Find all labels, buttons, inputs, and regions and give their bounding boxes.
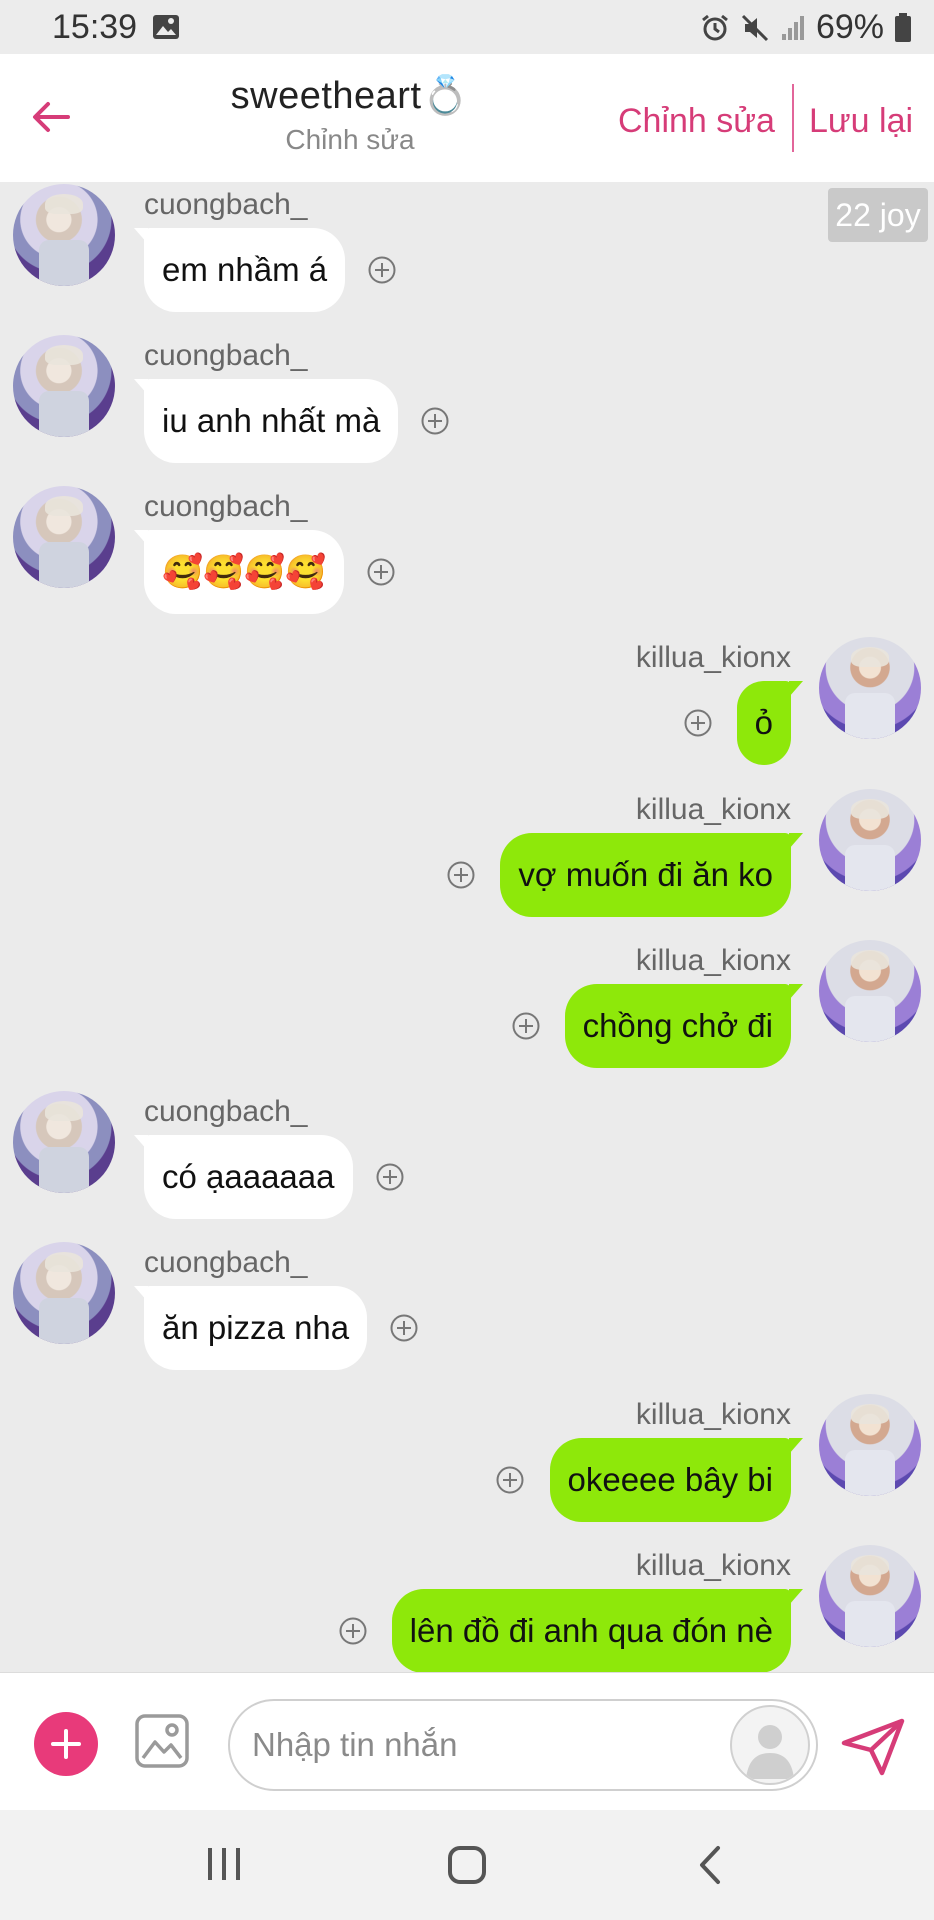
message-bubble[interactable]: okeeee bây bi — [549, 1438, 803, 1522]
message-username: killua_kionx — [635, 944, 791, 977]
status-bar: 15:39 69% — [0, 0, 934, 54]
recents-icon[interactable] — [204, 1844, 244, 1889]
message-bubble[interactable]: ăn pizza nha — [133, 1286, 368, 1370]
message-username: cuongbach_ — [144, 490, 308, 523]
message-input-bar — [0, 1672, 934, 1811]
message-bubble[interactable]: iu anh nhất mà — [133, 379, 399, 463]
message-row: killua_kionx lên đồ đi anh qua đón nè — [0, 1543, 934, 1672]
message-row: killua_kionx vợ muốn đi ăn ko — [0, 787, 934, 937]
message-row: cuongbach_em nhầm á — [0, 182, 934, 332]
add-reaction-icon[interactable] — [446, 860, 476, 890]
alarm-icon — [700, 13, 730, 43]
sticker-avatar-icon[interactable] — [730, 1705, 810, 1785]
system-nav-bar — [0, 1810, 934, 1920]
message-username: killua_kionx — [635, 1398, 791, 1431]
avatar[interactable] — [819, 1394, 921, 1496]
add-reaction-icon[interactable] — [367, 255, 397, 285]
message-bubble[interactable]: 🥰🥰🥰🥰 — [133, 530, 345, 614]
avatar[interactable] — [819, 1545, 921, 1647]
status-time: 15:39 — [52, 8, 138, 46]
add-reaction-icon[interactable] — [375, 1162, 405, 1192]
add-reaction-icon[interactable] — [495, 1465, 525, 1495]
avatar[interactable] — [13, 1242, 115, 1344]
image-icon[interactable] — [134, 1713, 190, 1769]
message-bubble[interactable]: ỏ — [736, 681, 804, 765]
avatar[interactable] — [13, 486, 115, 588]
mute-icon — [740, 13, 770, 43]
back-icon[interactable] — [694, 1844, 724, 1891]
title-block: sweetheart💍 Chỉnh sửa — [200, 74, 500, 156]
message-row: cuongbach_ 🥰🥰🥰🥰 — [0, 484, 934, 634]
avatar[interactable] — [819, 940, 921, 1042]
gallery-notification-icon — [152, 14, 180, 45]
message-row: cuongbach_iu anh nhất mà — [0, 333, 934, 483]
back-arrow-icon[interactable] — [26, 92, 76, 142]
signal-icon — [780, 14, 806, 42]
chat-header: sweetheart💍 Chỉnh sửa Chỉnh sửa Lưu lại — [0, 54, 934, 182]
message-bubble[interactable]: chồng chở đi — [564, 984, 804, 1068]
message-row: cuongbach_ ăn pizza nha — [0, 1240, 934, 1390]
save-button[interactable]: Lưu lại — [809, 102, 913, 141]
add-attachment-button[interactable] — [34, 1712, 98, 1776]
message-username: cuongbach_ — [144, 188, 308, 221]
message-field — [228, 1699, 818, 1791]
message-row: killua_kionx chồng chở đi — [0, 938, 934, 1088]
message-list[interactable]: 22 joy cuongbach_ em nhầm á cuongbach_ iu a… — [0, 182, 934, 1672]
message-username: killua_kionx — [635, 641, 791, 674]
send-icon[interactable] — [840, 1717, 906, 1777]
avatar[interactable] — [819, 637, 921, 739]
battery-percent: 69% — [815, 8, 884, 46]
add-reaction-icon[interactable] — [511, 1011, 541, 1041]
edit-button[interactable]: Chỉnh sửa — [618, 102, 775, 141]
message-username: cuongbach_ — [144, 1246, 308, 1279]
add-reaction-icon[interactable] — [338, 1616, 368, 1646]
header-divider — [792, 84, 794, 152]
message-username: killua_kionx — [635, 1549, 791, 1582]
message-bubble[interactable]: lên đồ đi anh qua đón nè — [391, 1589, 804, 1672]
add-reaction-icon[interactable] — [420, 406, 450, 436]
add-reaction-icon[interactable] — [389, 1313, 419, 1343]
chat-subtitle[interactable]: Chỉnh sửa — [200, 124, 500, 156]
message-bubble[interactable]: có ạaaaaaa — [134, 1135, 353, 1219]
message-bubble[interactable]: vợ muốn đi ăn ko — [500, 833, 803, 917]
message-input[interactable] — [250, 1715, 724, 1775]
battery-icon — [894, 12, 912, 43]
message-username: cuongbach_ — [144, 1095, 308, 1128]
message-username: killua_kionx — [635, 793, 791, 826]
chat-title: sweetheart💍 — [230, 75, 470, 117]
message-row: killua_kionxokeeee bây bi — [0, 1392, 934, 1542]
message-username: cuongbach_ — [144, 339, 308, 372]
add-reaction-icon[interactable] — [683, 708, 713, 738]
avatar[interactable] — [13, 184, 115, 286]
add-reaction-icon[interactable] — [366, 557, 396, 587]
avatar[interactable] — [13, 335, 115, 437]
avatar[interactable] — [13, 1091, 115, 1193]
message-row: killua_kionx ỏ — [0, 635, 934, 785]
message-row: cuongbach_ có ạaaaaaa — [0, 1089, 934, 1239]
home-icon[interactable] — [446, 1844, 488, 1891]
avatar[interactable] — [819, 789, 921, 891]
message-bubble[interactable]: em nhầm á — [133, 228, 346, 312]
